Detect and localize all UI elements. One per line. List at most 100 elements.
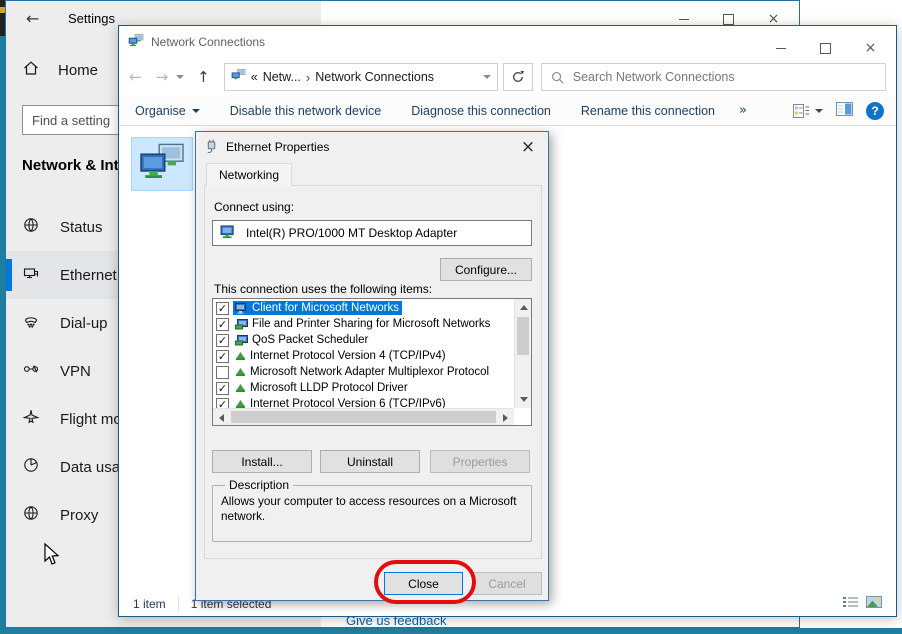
checkmark-icon: ✓ [218, 335, 227, 346]
up-arrow-icon[interactable]: ↑ [197, 70, 210, 85]
mouse-cursor [40, 542, 62, 571]
checkbox[interactable]: ✓ [216, 382, 229, 395]
organise-menu-button[interactable]: Organise [135, 104, 200, 118]
checkbox[interactable]: ✓ [216, 334, 229, 347]
back-arrow-icon[interactable]: ← [26, 9, 39, 28]
vpn-icon [22, 360, 40, 382]
ethernet-adapter-icon [139, 143, 185, 185]
help-icon: ? [871, 104, 878, 118]
install-button[interactable]: Install... [212, 450, 312, 473]
folder-icon [231, 68, 246, 86]
list-item[interactable]: ✓ Internet Protocol Version 6 (TCP/IPv6) [213, 396, 514, 408]
more-commands-button[interactable]: » [739, 103, 747, 118]
vertical-scrollbar[interactable] [514, 299, 531, 408]
configure-button[interactable]: Configure... [440, 258, 532, 281]
sidebar-item-label: Ethernet [60, 267, 117, 284]
list-item[interactable]: ✓ File and Printer Sharing for Microsoft… [213, 316, 514, 332]
properties-button: Properties [430, 450, 530, 473]
list-item-label: QoS Packet Scheduler [252, 334, 368, 346]
adapter-name: Intel(R) PRO/1000 MT Desktop Adapter [246, 226, 457, 240]
list-item[interactable]: ✓ Microsoft LLDP Protocol Driver [213, 380, 514, 396]
network-connections-icon [128, 33, 144, 54]
adapter-icon [220, 225, 236, 242]
address-dropdown-chevron-icon[interactable] [483, 75, 491, 79]
dialog-close-button[interactable]: × [508, 132, 548, 161]
status-item-count: 1 item [133, 597, 166, 611]
breadcrumb[interactable]: « Netw... › Network Connections [224, 63, 498, 91]
details-layout-button[interactable] [843, 596, 858, 611]
list-item[interactable]: ✓ Internet Protocol Version 4 (TCP/IPv4) [213, 348, 514, 364]
protocol-icon [235, 367, 246, 377]
breadcrumb-current[interactable]: Network Connections [315, 70, 434, 84]
status-icon [22, 216, 40, 238]
thumbnail-layout-button[interactable] [866, 596, 882, 611]
description-text: Allows your computer to access resources… [221, 494, 523, 524]
checkbox[interactable]: ✓ [216, 350, 229, 363]
dialog-titlebar: Ethernet Properties × [196, 132, 548, 161]
horizontal-scrollbar[interactable] [213, 408, 514, 425]
list-item-label: Microsoft Network Adapter Multiplexor Pr… [250, 366, 489, 378]
list-item-label: Microsoft LLDP Protocol Driver [250, 382, 408, 394]
back-arrow-icon[interactable]: ← [129, 70, 142, 85]
sidebar-item-label: Dial-up [60, 315, 108, 332]
list-item[interactable]: Microsoft Network Adapter Multiplexor Pr… [213, 364, 514, 380]
breadcrumb-parent[interactable]: Netw... [263, 70, 301, 84]
rename-connection-button[interactable]: Rename this connection [581, 104, 715, 118]
protocol-icon [235, 351, 246, 361]
ethernet-icon [22, 264, 40, 286]
close-dialog-button[interactable]: Close [384, 572, 463, 595]
list-item[interactable]: ✓ QoS Packet Scheduler [213, 332, 514, 348]
preview-pane-button[interactable] [836, 102, 853, 119]
tab-networking[interactable]: Networking [206, 163, 292, 186]
forward-arrow-icon[interactable]: → [156, 70, 169, 85]
help-button[interactable]: ? [866, 102, 884, 120]
change-view-button[interactable] [793, 104, 823, 118]
breadcrumb-separator-icon: › [306, 70, 310, 85]
search-icon [551, 71, 564, 84]
home-label: Home [58, 62, 98, 79]
ethernet-properties-dialog: Ethernet Properties × Networking Connect… [195, 131, 549, 601]
checkbox[interactable] [216, 366, 229, 379]
network-adapter-field: Intel(R) PRO/1000 MT Desktop Adapter [212, 220, 532, 246]
disable-network-device-button[interactable]: Disable this network device [230, 104, 381, 118]
refresh-button[interactable] [503, 63, 533, 91]
list-item-label: Internet Protocol Version 6 (TCP/IPv6) [250, 398, 446, 408]
explorer-titlebar: Network Connections × [119, 26, 896, 58]
sidebar-item-label: Status [60, 219, 103, 236]
settings-title: Settings [68, 11, 115, 26]
pie-chart-icon [22, 456, 40, 478]
uninstall-button[interactable]: Uninstall [320, 450, 420, 473]
recent-locations-chevron-icon[interactable] [176, 75, 184, 79]
connection-items-list[interactable]: ✓ Client for Microsoft Networks ✓ [212, 298, 532, 426]
desktop-background [0, 628, 902, 634]
description-groupbox: Description Allows your computer to acce… [212, 478, 532, 542]
cancel-button: Cancel [472, 572, 542, 595]
checkbox[interactable]: ✓ [216, 318, 229, 331]
view-dropdown-chevron-icon [815, 109, 823, 113]
list-item[interactable]: ✓ Client for Microsoft Networks [213, 300, 514, 316]
checkbox[interactable]: ✓ [216, 398, 229, 409]
thumbnail-view-icon [866, 596, 882, 608]
description-legend: Description [225, 478, 293, 492]
command-toolbar: Organise Disable this network device Dia… [119, 96, 896, 126]
dialog-title: Ethernet Properties [226, 140, 329, 154]
find-a-setting-placeholder: Find a setting [32, 113, 110, 128]
sidebar-item-home[interactable]: Home [22, 59, 98, 81]
list-view-icon [843, 596, 858, 608]
explorer-window-title: Network Connections [151, 35, 265, 49]
scrollbar-thumb[interactable] [517, 317, 529, 355]
protocol-icon [235, 399, 246, 408]
scrollbar-thumb[interactable] [231, 411, 496, 423]
checkbox[interactable]: ✓ [216, 302, 229, 315]
list-item-label: Internet Protocol Version 4 (TCP/IPv4) [250, 350, 446, 362]
search-input[interactable]: Search Network Connections [541, 63, 886, 91]
ethernet-connection-item[interactable] [131, 137, 193, 191]
ethernet-plug-icon [205, 139, 218, 159]
checkmark-icon: ✓ [218, 399, 227, 409]
checkmark-icon: ✓ [218, 319, 227, 330]
address-bar: ← → ↑ « Netw... › Network Connections [119, 58, 896, 96]
diagnose-connection-button[interactable]: Diagnose this connection [411, 104, 551, 118]
selected-accent-bar [6, 259, 12, 291]
refresh-icon [511, 70, 525, 84]
protocol-icon [235, 383, 246, 393]
